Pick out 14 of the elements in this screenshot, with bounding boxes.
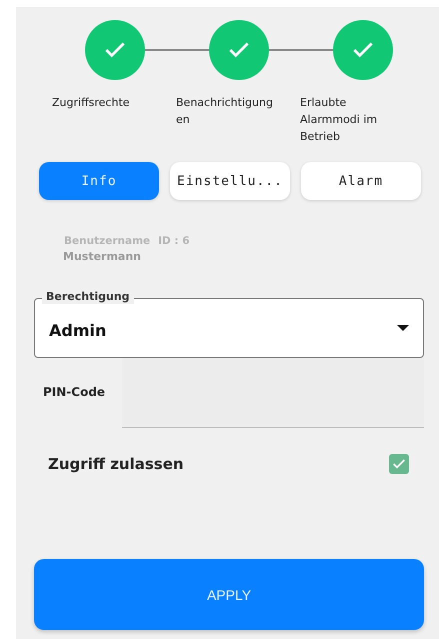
user-id: ID : 6 bbox=[158, 235, 190, 247]
dropdown-caret-icon bbox=[397, 325, 409, 331]
tab[interactable]: Einstellu... bbox=[170, 162, 290, 200]
step-label: Erlaubte Alarmmodi im Betrieb bbox=[300, 95, 378, 145]
select-legend: Berechtigung bbox=[42, 290, 134, 304]
access-label: Zugriff zulassen bbox=[48, 455, 184, 473]
access-checkbox[interactable] bbox=[389, 454, 409, 474]
username: Mustermann bbox=[63, 250, 142, 263]
pin-label: PIN-Code bbox=[42, 385, 106, 399]
step-label: Zugriffsrechte bbox=[52, 95, 130, 111]
username-label: Benutzername bbox=[64, 235, 150, 247]
pin-input-field[interactable] bbox=[122, 356, 424, 428]
tab[interactable]: Alarm bbox=[301, 162, 421, 200]
step-label: Benachrichtigung en bbox=[176, 95, 273, 128]
